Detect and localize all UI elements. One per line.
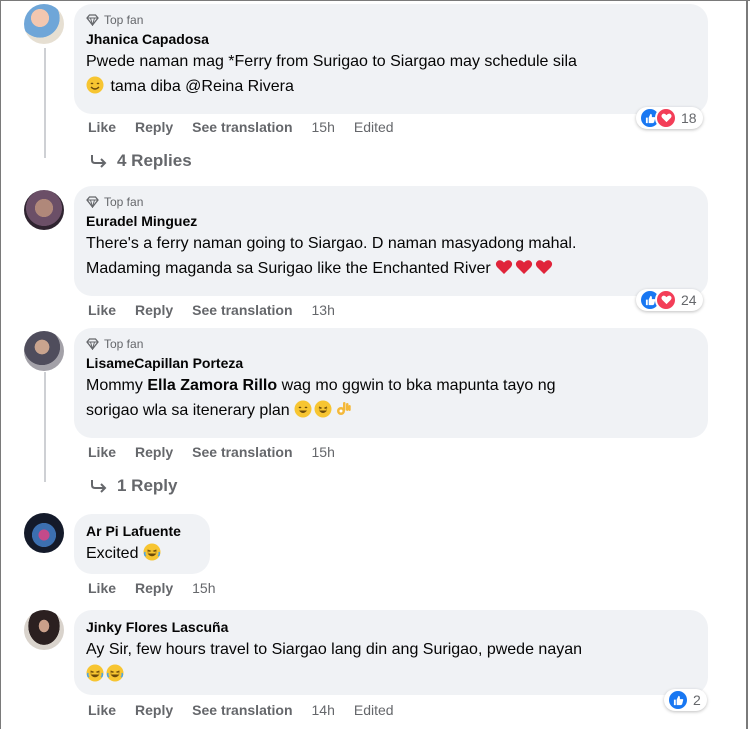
- commenter-name[interactable]: Euradel Minguez: [86, 212, 696, 231]
- timestamp[interactable]: 14h: [312, 702, 335, 718]
- reply-button[interactable]: Reply: [135, 444, 173, 460]
- comment-bubble: Top fan Euradel Minguez There's a ferry …: [74, 186, 708, 296]
- comment-text: Mommy Ella Zamora Rillo wag mo ggwin to …: [86, 373, 696, 398]
- like-button[interactable]: Like: [88, 302, 116, 318]
- edited-label: Edited: [353, 119, 394, 135]
- diamond-icon: [86, 338, 99, 350]
- view-replies-link[interactable]: 1 Reply: [90, 476, 177, 496]
- comment-text-suffix: wag mo ggwin to bka mapunta tayo ng: [277, 377, 556, 394]
- avatar[interactable]: [24, 331, 64, 371]
- reaction-summary[interactable]: 2: [664, 689, 707, 711]
- comment-text: There's a ferry naman going to Siargao. …: [86, 235, 577, 252]
- laughing-emoji-icon: [143, 543, 161, 561]
- see-translation-link[interactable]: See translation: [192, 119, 292, 135]
- top-fan-badge: Top fan: [86, 12, 696, 28]
- commenter-name[interactable]: Jinky Flores Lascuña: [86, 618, 696, 637]
- comment-actions: Like Reply See translation 14h Edited: [88, 702, 413, 718]
- commenter-name[interactable]: Jhanica Capadosa: [86, 30, 696, 49]
- timestamp[interactable]: 13h: [312, 302, 335, 318]
- reply-button[interactable]: Reply: [135, 702, 173, 718]
- heart-emoji-icon: [516, 260, 533, 274]
- comment-actions: Like Reply See translation 15h Edited: [88, 119, 413, 135]
- love-reaction-icon: [655, 289, 677, 311]
- top-fan-badge: Top fan: [86, 194, 696, 210]
- comment-text: Excited: [86, 545, 139, 562]
- laughing-emoji-icon: [86, 664, 104, 682]
- love-reaction-icon: [655, 107, 677, 129]
- reaction-summary[interactable]: 24: [636, 289, 703, 311]
- like-reaction-icon: [667, 689, 689, 711]
- see-translation-link[interactable]: See translation: [192, 444, 292, 460]
- replies-count-label[interactable]: 4 Replies: [117, 151, 192, 171]
- diamond-icon: [86, 196, 99, 208]
- like-button[interactable]: Like: [88, 119, 116, 135]
- edited-label: Edited: [353, 702, 394, 718]
- comment-text-line2: tama diba @Reina Rivera: [86, 74, 696, 99]
- comment-text: Pwede naman mag *Ferry from Surigao to S…: [86, 53, 577, 70]
- comment-bubble: Jinky Flores Lascuña Ay Sir, few hours t…: [74, 610, 708, 695]
- reaction-summary[interactable]: 18: [636, 107, 703, 129]
- commenter-name[interactable]: LisameCapillan Porteza: [86, 354, 696, 373]
- top-fan-badge: Top fan: [86, 336, 696, 352]
- comment-bubble: Top fan LisameCapillan Porteza Mommy Ell…: [74, 328, 708, 438]
- like-button[interactable]: Like: [88, 580, 116, 596]
- like-button[interactable]: Like: [88, 444, 116, 460]
- reply-button[interactable]: Reply: [135, 302, 173, 318]
- comment-text: Ay Sir, few hours travel to Siargao lang…: [86, 641, 583, 658]
- comment-text-prefix: Mommy: [86, 377, 148, 394]
- reaction-count: 2: [693, 692, 701, 708]
- comment-text-line2: Madaming maganda sa Surigao like the Enc…: [86, 256, 696, 281]
- heart-emoji-icon: [496, 260, 513, 274]
- diamond-icon: [86, 14, 99, 26]
- reaction-count: 18: [681, 110, 697, 126]
- reply-button[interactable]: Reply: [135, 119, 173, 135]
- replies-count-label[interactable]: 1 Reply: [117, 476, 177, 496]
- comment-bubble: Ar Pi Lafuente Excited: [74, 514, 210, 574]
- grin-emoji-icon: [314, 400, 332, 418]
- comment-text-line: Excited: [86, 541, 198, 566]
- timestamp[interactable]: 15h: [312, 119, 335, 135]
- reply-button[interactable]: Reply: [135, 580, 173, 596]
- comment-text-line2: sorigao wla sa itenerary plan: [86, 398, 696, 423]
- commenter-name[interactable]: Ar Pi Lafuente: [86, 522, 198, 541]
- grin-emoji-icon: [294, 400, 312, 418]
- comment-text-line2: [86, 662, 696, 687]
- frame-left-border: [0, 0, 1, 729]
- reaction-count: 24: [681, 292, 697, 308]
- comment-text: tama diba @Reina Rivera: [110, 78, 294, 95]
- frame-top-border: [0, 0, 750, 1]
- comment-bubble: Top fan Jhanica Capadosa Pwede naman mag…: [74, 4, 708, 114]
- frame-right-border: [746, 0, 748, 729]
- comment-actions: Like Reply See translation 13h: [88, 302, 354, 318]
- comment-actions: Like Reply 15h: [88, 580, 235, 596]
- avatar[interactable]: [24, 4, 64, 44]
- mentioned-user-link[interactable]: Ella Zamora Rillo: [147, 377, 277, 394]
- reply-thread-line: [44, 48, 66, 158]
- laughing-emoji-icon: [106, 664, 124, 682]
- avatar[interactable]: [24, 513, 64, 553]
- reply-thread-line: [44, 372, 66, 482]
- grin-emoji-icon: [86, 76, 104, 94]
- avatar[interactable]: [24, 610, 64, 650]
- see-translation-link[interactable]: See translation: [192, 302, 292, 318]
- reply-arrow-icon: [91, 480, 107, 493]
- badge-label: Top fan: [104, 337, 144, 351]
- ok-hand-emoji-icon: [337, 402, 351, 415]
- badge-label: Top fan: [104, 13, 144, 27]
- comment-actions: Like Reply See translation 15h: [88, 444, 354, 460]
- avatar[interactable]: [24, 190, 64, 230]
- timestamp[interactable]: 15h: [192, 580, 215, 596]
- see-translation-link[interactable]: See translation: [192, 702, 292, 718]
- comment-text: Madaming maganda sa Surigao like the Enc…: [86, 260, 491, 277]
- view-replies-link[interactable]: 4 Replies: [90, 151, 192, 171]
- heart-emoji-icon: [536, 260, 553, 274]
- timestamp[interactable]: 15h: [312, 444, 335, 460]
- reply-arrow-icon: [91, 155, 107, 168]
- badge-label: Top fan: [104, 195, 144, 209]
- comment-text: sorigao wla sa itenerary plan: [86, 402, 290, 419]
- like-button[interactable]: Like: [88, 702, 116, 718]
